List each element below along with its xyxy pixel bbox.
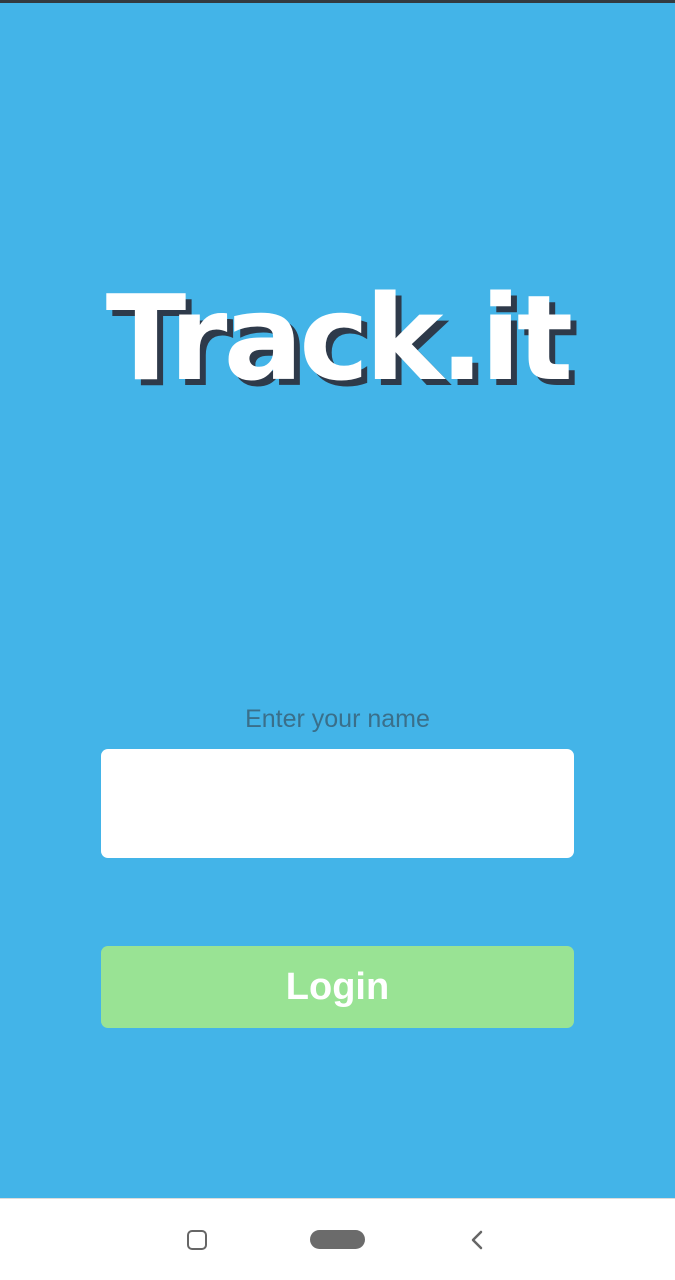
status-bar-strip (0, 0, 675, 3)
login-screen: Track.it Enter your name Login (0, 0, 675, 1280)
system-navigation-bar (0, 1198, 675, 1280)
name-input[interactable] (101, 749, 574, 858)
app-logo-title: Track.it (105, 269, 573, 407)
home-icon[interactable] (310, 1230, 365, 1249)
name-label: Enter your name (245, 705, 430, 733)
back-icon[interactable] (467, 1229, 487, 1251)
login-button[interactable]: Login (101, 946, 574, 1028)
recent-apps-icon[interactable] (187, 1230, 207, 1250)
